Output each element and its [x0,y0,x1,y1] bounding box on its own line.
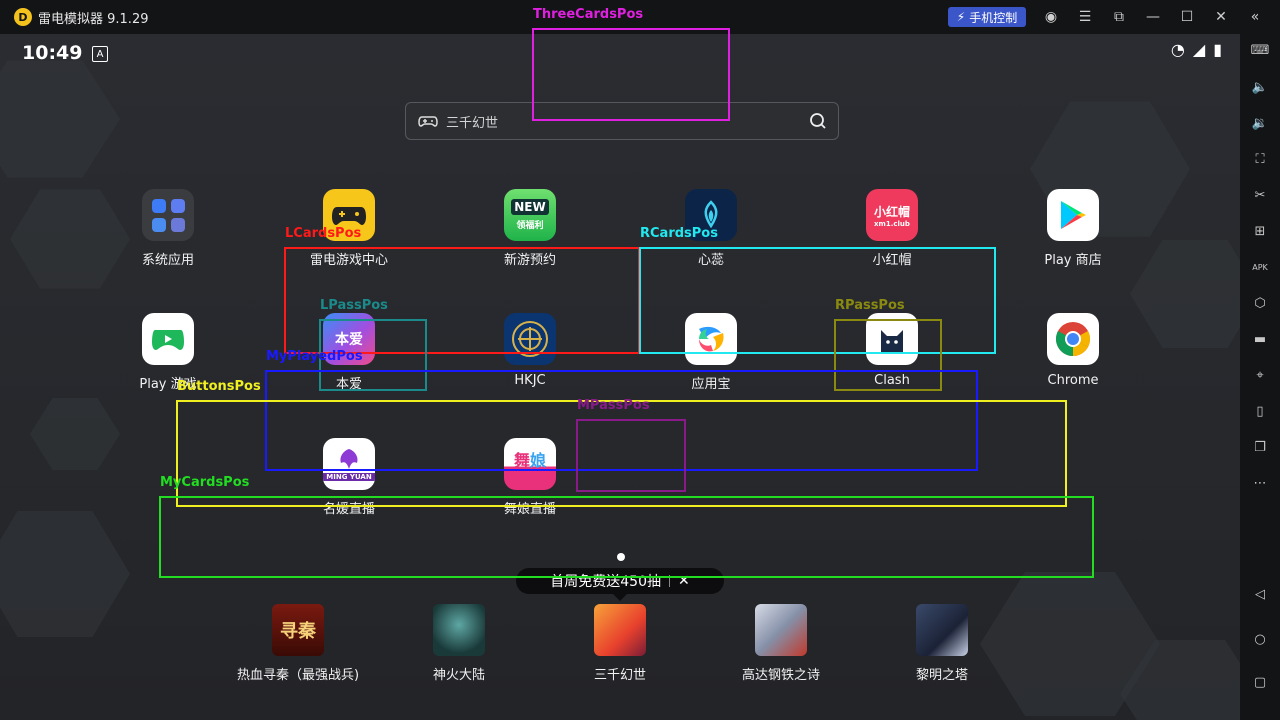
menu-icon[interactable]: ☰ [1075,7,1095,27]
shake-icon[interactable]: ▯ [1250,401,1270,421]
gundam-game-icon [755,604,807,656]
emulator-sidebar: ⌨ 🔈 🔉 ⛶ ✂ ⊞ APK ⬡ ▬ ⌖ ▯ ❐ ⋯ ◁ ○ ▢ [1240,34,1280,720]
folder-icon[interactable]: ▬ [1250,329,1270,349]
xunqin-game-icon: 寻秦 [272,604,324,656]
overlay-label: ButtonsPos [177,379,261,394]
dock-app-xunqin[interactable]: 寻秦 热血寻秦（最强战兵) [233,604,363,683]
overlay-label: RPassPos [835,298,905,313]
volume-down-icon[interactable]: 🔉 [1250,113,1270,133]
app-chrome[interactable]: Chrome [1008,313,1138,388]
dock-label: 三千幻世 [593,668,646,683]
app-label: 系统应用 [141,253,194,268]
chrome-icon [1047,313,1099,365]
overlay-m-pass [576,419,686,492]
keyboard-icon[interactable]: ⌨ [1250,40,1270,60]
gamepad-icon [418,116,438,127]
scissors-icon[interactable]: ✂ [1250,185,1270,205]
dock-label: 黎明之塔 [915,668,968,683]
maximize-icon[interactable]: ☐ [1177,7,1197,27]
recents-icon[interactable]: ▢ [1250,672,1270,692]
overlay-label: MyCardsPos [160,475,250,490]
dock-label: 高达钢铁之诗 [741,668,820,683]
volume-up-icon[interactable]: 🔈 [1250,77,1270,97]
battery-icon: ▮ [1213,40,1222,59]
home-icon[interactable]: ○ [1250,629,1270,649]
xiaohongmao-icon: 小红帽 xm1.club [866,189,918,241]
new-games-icon: NEW 领福利 [504,189,556,241]
overlay-my-cards [159,496,1094,578]
play-store-icon [1047,189,1099,241]
app-play-store[interactable]: Play 商店 [1008,189,1138,268]
sanqian-game-icon [594,604,646,656]
apk-icon[interactable]: APK [1250,257,1270,277]
app-label: Chrome [1047,373,1099,388]
settings-hex-icon[interactable]: ⬡ [1250,293,1270,313]
collapse-sidebar-icon[interactable]: « [1245,7,1265,27]
add-icon[interactable]: ⊞ [1250,221,1270,241]
thunder-logo-icon: D [14,8,32,26]
back-icon[interactable]: ◁ [1250,584,1270,604]
overlay-three-cards [532,28,730,121]
icon-subtext: xm1.club [874,219,910,228]
new-badge: NEW [511,199,549,215]
dock-label: 神火大陆 [432,668,485,683]
dock-app-shenhuo[interactable]: 神火大陆 [394,604,524,683]
status-icons: ◔ ◢ ▮ [1171,40,1222,59]
promo-pointer [613,594,627,601]
system-apps-folder-icon [142,189,194,241]
window-title: 雷电模拟器 9.1.29 [38,12,149,27]
app-label: Play 商店 [1044,253,1102,268]
icon-subtext: 领福利 [516,221,544,231]
dock-app-gundam[interactable]: 高达钢铁之诗 [716,604,846,683]
play-games-icon [142,313,194,365]
overlay-label: LPassPos [320,298,388,313]
minimize-icon[interactable]: — [1143,7,1163,27]
account-icon[interactable]: ◉ [1041,7,1061,27]
overlay-label: MPassPos [577,398,650,413]
app-system-apps[interactable]: 系统应用 [103,189,233,268]
notification-a-icon: A [92,46,108,62]
overlay-label: LCardsPos [285,226,362,241]
location-icon[interactable]: ⌖ [1250,365,1270,385]
dock-app-liming[interactable]: 黎明之塔 [877,604,1007,683]
popout-icon[interactable]: ⧉ [1109,7,1129,27]
phone-control-label: 手机控制 [969,10,1018,25]
overlay-r-cards [639,247,996,354]
search-text: 三千幻世 [446,116,499,131]
shenhuo-game-icon [433,604,485,656]
overlay-label: RCardsPos [640,226,718,241]
lightning-icon: ⚡ [956,10,966,24]
search-icon[interactable] [808,111,828,131]
more-icon[interactable]: ⋯ [1250,473,1270,493]
phone-control-button[interactable]: ⚡ 手机控制 [948,7,1026,27]
dock-label: 热血寻秦（最强战兵) [236,668,360,683]
dock-app-sanqian[interactable]: 三千幻世 [555,604,685,683]
liming-game-icon [916,604,968,656]
wifi-icon: ◔ [1170,40,1185,59]
icon-text: 小红帽 [873,204,910,219]
overlay-label: MyPlayedPos [266,349,363,364]
signal-icon: ◢ [1192,40,1206,59]
multi-window-icon[interactable]: ❐ [1250,437,1270,457]
overlay-label: ThreeCardsPos [533,7,644,22]
close-icon[interactable]: ✕ [1211,7,1231,27]
screenshot-icon[interactable]: ⛶ [1250,149,1270,169]
status-time: 10:49 [22,42,83,64]
